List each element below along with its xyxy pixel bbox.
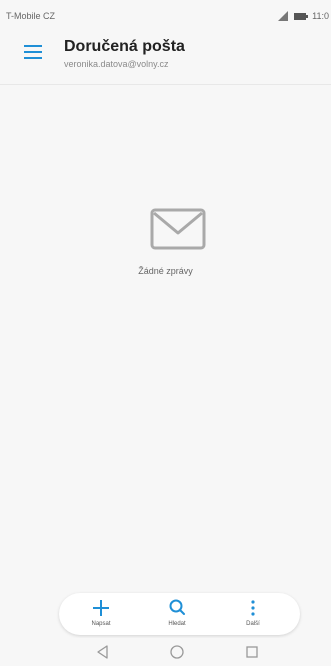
search-icon	[167, 598, 187, 618]
more-vertical-icon	[243, 598, 263, 618]
envelope-icon	[150, 208, 206, 250]
more-button[interactable]: Další	[223, 593, 283, 635]
system-nav-bar	[0, 638, 331, 666]
empty-inbox-state: Žádné zprávy	[0, 205, 331, 285]
status-bar: T-Mobile CZ 11:0	[0, 0, 331, 24]
plus-icon	[91, 598, 111, 618]
email-app-screen: T-Mobile CZ 11:0 Doručená pošta veronika…	[0, 0, 331, 666]
page-title: Doručená pošta	[64, 38, 185, 55]
recent-square-icon[interactable]	[243, 643, 261, 661]
signal-icon	[276, 11, 290, 21]
account-email: veronika.datova@volny.cz	[64, 59, 169, 69]
bottom-action-bar: Napsat Hledat Další	[59, 593, 300, 635]
home-circle-icon[interactable]	[168, 643, 186, 661]
clock: 11:0	[312, 10, 329, 21]
status-icons: 11:0	[276, 10, 329, 22]
search-label: Hledat	[168, 621, 186, 627]
compose-label: Napsat	[91, 621, 111, 627]
empty-message: Žádné zprávy	[138, 266, 193, 276]
app-header: Doručená pošta veronika.datova@volny.cz	[0, 24, 331, 85]
battery-icon	[294, 12, 309, 20]
search-button[interactable]: Hledat	[147, 593, 207, 635]
back-triangle-icon[interactable]	[94, 643, 112, 661]
carrier-name: T-Mobile CZ	[6, 11, 56, 21]
more-label: Další	[246, 621, 260, 627]
compose-button[interactable]: Napsat	[71, 593, 131, 635]
hamburger-menu-icon[interactable]	[24, 44, 44, 60]
